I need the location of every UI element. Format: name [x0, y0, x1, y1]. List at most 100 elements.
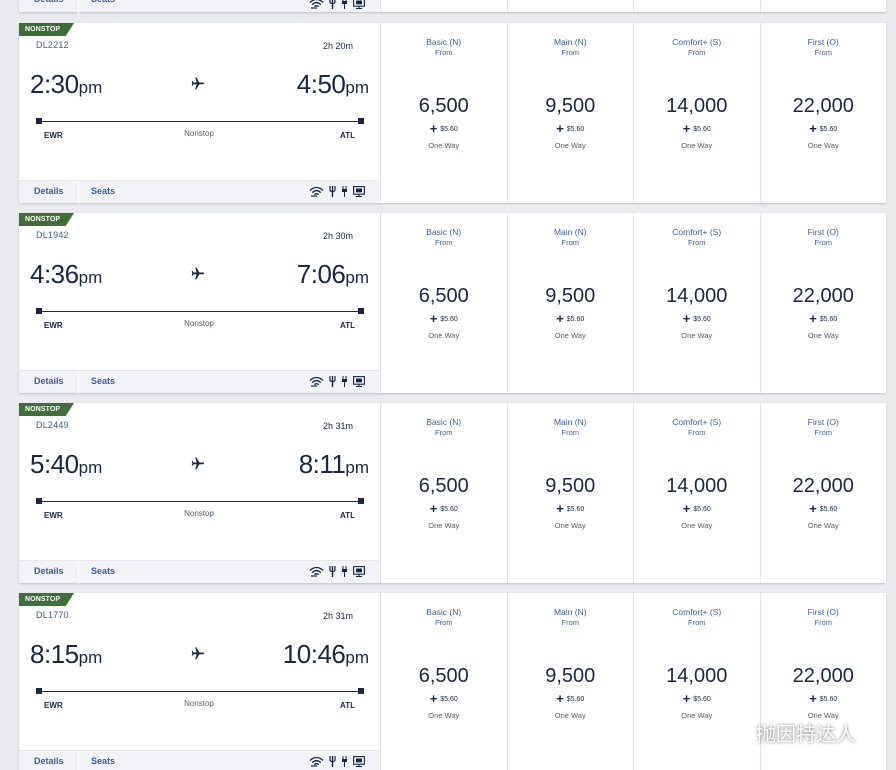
fare-miles: 14,000: [666, 285, 728, 307]
fare-columns: Basic (N) From 6,500 + $5.60 One Way Main…: [380, 403, 886, 583]
one-way-label: One Way: [807, 331, 839, 340]
fare-fee: + $5.60: [508, 311, 634, 326]
details-tab[interactable]: Details: [34, 561, 64, 584]
flight-number[interactable]: DL2212: [36, 40, 69, 50]
fare-cell[interactable]: Basic (N) From 6,500 + $5.60 One Way: [380, 403, 507, 583]
fare-cell[interactable]: [633, 0, 760, 12]
cabin-name: First (O): [807, 417, 839, 427]
entertainment-icon: [353, 756, 365, 767]
food-icon: [329, 0, 336, 9]
fare-fee: + $5.60: [381, 691, 507, 706]
fare-miles: 9,500: [545, 475, 596, 497]
flight-number[interactable]: DL1770: [36, 610, 69, 620]
fare-cell[interactable]: Basic (N) From 6,500 + $5.60 One Way: [380, 213, 507, 393]
details-tab[interactable]: Details: [34, 371, 64, 394]
fare-miles: 9,500: [545, 95, 596, 117]
seats-tab[interactable]: Seats: [91, 181, 115, 204]
fare-cell[interactable]: First (O) From 22,000 + $5.60 One Way: [759, 403, 887, 583]
cabin-name: Comfort+ (S): [672, 37, 722, 47]
fare-cell[interactable]: Basic (N) From 6,500 + $5.60 One Way: [380, 23, 507, 203]
flight-summary[interactable]: NONSTOP DL1942 2h 30m 4:36pm 7:06pm EWR …: [19, 213, 379, 394]
one-way-label: One Way: [681, 521, 713, 530]
fare-cell[interactable]: Main (N) From 9,500 + $5.60 One Way: [506, 403, 633, 583]
fare-cell[interactable]: [380, 0, 507, 12]
route-line: [36, 688, 364, 694]
flight-card-footer: Details Seats: [19, 0, 379, 18]
amenities: [309, 186, 365, 197]
departure-time: 8:15pm: [30, 639, 102, 670]
flight-card: NONSTOP DL2212 2h 20m 2:30pm 4:50pm EWR …: [19, 23, 886, 204]
power-icon: [341, 0, 348, 9]
cabin-name: Main (N): [553, 37, 587, 47]
fare-cell[interactable]: Main (N) From 9,500 + $5.60 One Way: [506, 23, 633, 203]
departure-time-value: 2:30: [30, 69, 79, 99]
nonstop-badge: NONSTOP: [19, 403, 74, 416]
departure-ampm: pm: [78, 648, 103, 667]
fare-cell[interactable]: Main (N) From 9,500 + $5.60 One Way: [506, 213, 634, 393]
cabin-name: Comfort+ (S): [672, 607, 722, 617]
from-label: From: [688, 48, 706, 57]
flight-card-footer: Details Seats: [19, 180, 379, 204]
cabin-name: Main (N): [553, 227, 587, 237]
one-way-label: One Way: [554, 711, 586, 720]
departure-time: 2:30pm: [30, 69, 102, 100]
fare-fee: + $5.60: [634, 501, 760, 516]
flight-duration: 2h 20m: [322, 41, 353, 51]
from-label: From: [688, 238, 706, 247]
one-way-label: One Way: [807, 141, 839, 150]
wechat-icon: [728, 723, 750, 741]
cabin-name: Basic (N): [426, 227, 462, 237]
from-label: From: [561, 48, 580, 57]
fee-value: $5.60: [693, 316, 711, 323]
details-tab[interactable]: Details: [34, 181, 64, 204]
entertainment-icon: [353, 566, 365, 577]
plus-icon: +: [556, 501, 564, 516]
flight-card-footer: Details Seats: [19, 560, 379, 584]
flight-duration: 2h 30m: [322, 231, 353, 241]
one-way-label: One Way: [681, 331, 713, 340]
departure-time-value: 5:40: [30, 449, 79, 479]
cabin-name: First (O): [807, 37, 839, 47]
flight-number[interactable]: DL2449: [36, 420, 69, 430]
plus-icon: +: [429, 501, 438, 516]
fare-miles: 6,500: [418, 475, 469, 497]
fare-cell[interactable]: [506, 0, 633, 12]
seats-tab[interactable]: Seats: [91, 561, 115, 584]
fare-fee: + $5.60: [761, 311, 887, 326]
stops-label: Nonstop: [184, 319, 214, 328]
from-label: From: [561, 618, 580, 627]
cabin-name: First (O): [807, 227, 839, 237]
fare-cell[interactable]: Main (N) From 9,500 + $5.60 One Way: [506, 593, 633, 770]
fare-miles: 14,000: [666, 665, 728, 687]
flight-summary[interactable]: NONSTOP DL1770 2h 31m 8:15pm 10:46pm EWR…: [19, 593, 379, 770]
fare-miles: 9,500: [545, 665, 596, 687]
entertainment-icon: [353, 0, 365, 9]
fee-value: $5.60: [566, 126, 585, 133]
seats-tab[interactable]: Seats: [91, 0, 115, 7]
details-tab[interactable]: Details: [34, 0, 64, 7]
fare-cell[interactable]: Comfort+ (S) From 14,000 + $5.60 One Way: [633, 403, 760, 583]
fee-value: $5.60: [566, 696, 585, 703]
flight-summary[interactable]: NONSTOP DL2449 2h 31m 5:40pm 8:11pm EWR …: [19, 403, 379, 584]
food-icon: [329, 756, 336, 767]
arrival-time-value: 10:46: [282, 639, 346, 669]
fee-value: $5.60: [693, 126, 711, 133]
details-tab[interactable]: Details: [34, 751, 64, 770]
fare-cell[interactable]: First (O) From 22,000 + $5.60 One Way: [759, 213, 887, 393]
from-label: From: [814, 428, 833, 437]
fare-cell[interactable]: Comfort+ (S) From 14,000 + $5.60 One Way: [633, 23, 760, 203]
seats-tab[interactable]: Seats: [91, 371, 115, 394]
flight-number[interactable]: DL1942: [36, 230, 69, 240]
fare-cell[interactable]: First (O) From 22,000 + $5.60 One Way: [759, 23, 886, 203]
origin-marker: [36, 498, 42, 504]
flight-summary[interactable]: NONSTOP DL2212 2h 20m 2:30pm 4:50pm EWR …: [19, 23, 379, 204]
seats-tab[interactable]: Seats: [91, 751, 115, 770]
one-way-label: One Way: [554, 141, 586, 150]
fare-cell[interactable]: Basic (N) From 6,500 + $5.60 One Way: [380, 593, 507, 770]
food-icon: [329, 186, 336, 197]
destination-airport: ATL: [340, 321, 355, 330]
fare-cell[interactable]: [759, 0, 886, 12]
stops-label: Nonstop: [184, 699, 214, 708]
fare-fee: + $5.60: [761, 501, 887, 516]
fare-cell[interactable]: Comfort+ (S) From 14,000 + $5.60 One Way: [633, 213, 760, 393]
